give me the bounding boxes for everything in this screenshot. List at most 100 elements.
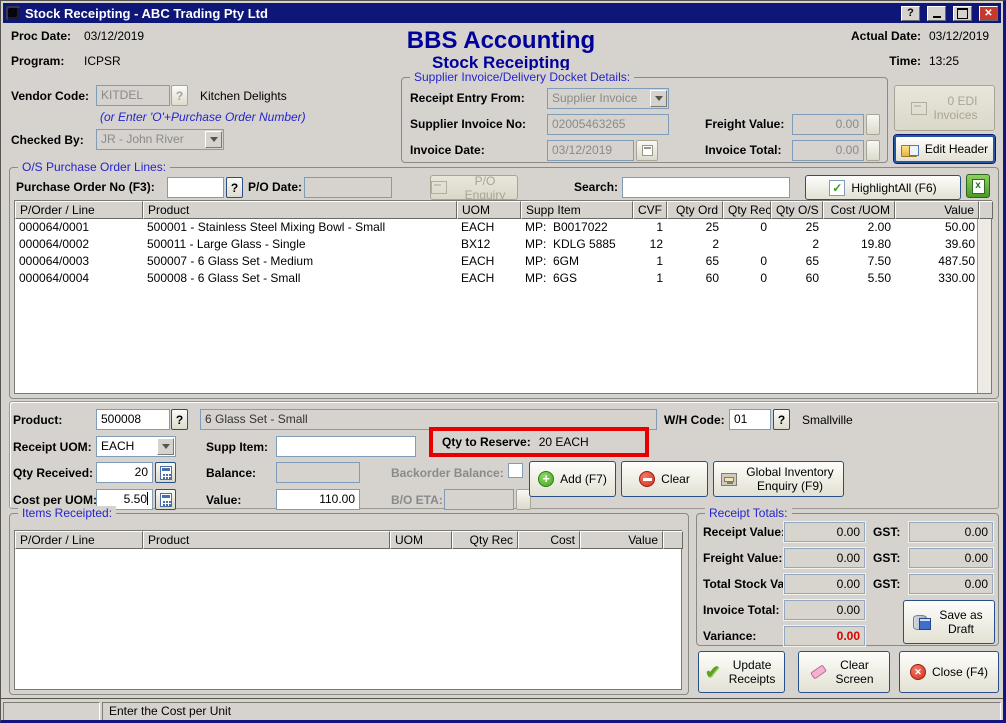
close-f4-label: Close (F4) (932, 665, 988, 679)
maximize-button[interactable] (953, 6, 972, 21)
help-button[interactable]: ? (901, 6, 920, 21)
export-excel-button[interactable] (966, 174, 990, 198)
status-separator (1, 698, 1003, 699)
po-enquiry-icon (431, 181, 447, 194)
edit-header-button[interactable]: Edit Header (894, 135, 995, 163)
cost-calc-button[interactable] (155, 489, 176, 510)
gst-label: GST: (873, 525, 900, 539)
close-button[interactable] (979, 6, 998, 21)
edi-invoices-button[interactable]: 0 EDI Invoices (894, 85, 995, 131)
chevron-down-icon[interactable] (205, 131, 222, 148)
receipt-value-label: Receipt Value: (703, 525, 785, 539)
invoice-details-legend: Supplier Invoice/Delivery Docket Details… (410, 70, 634, 84)
status-stub (3, 702, 100, 721)
close-f4-button[interactable]: Close (F4) (899, 651, 999, 693)
variance-label: Variance: (703, 629, 756, 643)
qty-received-calc-button[interactable] (155, 462, 176, 483)
receipt-entry-from-select[interactable]: Supplier Invoice (547, 88, 669, 109)
receipt-value-field: 0.00 (784, 522, 865, 542)
freight-value-button[interactable] (866, 114, 880, 135)
column-header[interactable]: Cost /UOM (823, 201, 895, 219)
po-no-lookup-button[interactable]: ? (226, 177, 243, 198)
column-header[interactable]: UOM (457, 201, 521, 219)
column-header[interactable]: Qty O/S (771, 201, 823, 219)
table-row[interactable]: 000064/0002500011 - Large Glass - Single… (15, 236, 991, 253)
column-header[interactable]: Cost (518, 531, 580, 549)
column-header[interactable]: Product (143, 531, 390, 549)
vertical-scrollbar[interactable] (977, 219, 991, 393)
qty-reserve-annotation: Qty to Reserve: 20 EACH (429, 427, 649, 457)
minus-circle-icon (639, 471, 655, 487)
table-row[interactable]: 000064/0003500007 - 6 Glass Set - Medium… (15, 253, 991, 270)
invoice-total-button[interactable] (866, 140, 880, 161)
invoice-date-calendar-button[interactable] (636, 140, 658, 161)
invoice-details-group: Supplier Invoice/Delivery Docket Details… (401, 77, 888, 163)
column-header[interactable]: Qty Rec (723, 201, 771, 219)
wh-code-input[interactable]: 01 (729, 409, 771, 430)
invoice-total-sum-label: Invoice Total: (703, 603, 779, 617)
table-row[interactable]: 000064/0001500001 - Stainless Steel Mixi… (15, 219, 991, 236)
receipt-uom-select[interactable]: EACH (96, 436, 176, 457)
receipt-gst-field: 0.00 (909, 522, 993, 542)
supplier-invoice-no-field[interactable]: 02005463265 (547, 114, 669, 135)
po-date-field[interactable] (304, 177, 392, 198)
time-value: 13:25 (929, 54, 959, 68)
supp-item-input[interactable] (276, 436, 416, 457)
vendor-lookup-button[interactable]: ? (171, 85, 188, 106)
product-code-input[interactable]: 500008 (96, 409, 170, 430)
wh-lookup-button[interactable]: ? (773, 409, 790, 430)
global-inventory-enquiry-button[interactable]: Global Inventory Enquiry (F9) (713, 461, 844, 497)
add-button[interactable]: Add (F7) (529, 461, 616, 497)
column-header[interactable] (663, 531, 683, 549)
variance-field: 0.00 (784, 626, 865, 646)
actual-date-label: Actual Date: (833, 29, 921, 43)
invoice-date-field[interactable]: 03/12/2019 (547, 140, 634, 161)
column-header[interactable]: Qty Ord (667, 201, 723, 219)
po-lines-grid-body: 000064/0001500001 - Stainless Steel Mixi… (15, 219, 991, 287)
column-header[interactable]: Supp Item (521, 201, 633, 219)
receipt-totals-legend: Receipt Totals: (705, 506, 792, 520)
chevron-down-icon[interactable] (157, 438, 174, 455)
chevron-down-icon[interactable] (650, 90, 667, 107)
receipt-totals-group: Receipt Totals: Receipt Value: 0.00 GST:… (696, 513, 999, 646)
clear-button[interactable]: Clear (621, 461, 708, 497)
minimize-button[interactable] (927, 6, 946, 21)
column-header[interactable]: Value (580, 531, 663, 549)
column-header[interactable] (979, 201, 993, 219)
column-header[interactable]: Qty Rec (452, 531, 518, 549)
column-header[interactable]: Product (143, 201, 457, 219)
items-receipted-grid: P/Order / LineProductUOMQty RecCostValue (14, 530, 682, 690)
column-header[interactable]: P/Order / Line (15, 201, 143, 219)
highlight-all-label: HighlightAll (F6) (851, 181, 936, 195)
po-no-input[interactable] (167, 177, 224, 198)
vendor-name: Kitchen Delights (200, 89, 287, 103)
freight-value-field[interactable]: 0.00 (792, 114, 864, 135)
column-header[interactable]: UOM (390, 531, 452, 549)
po-enquiry-button[interactable]: P/O Enquiry (430, 175, 518, 200)
product-lookup-button[interactable]: ? (171, 409, 188, 430)
clear-screen-button[interactable]: Clear Screen (798, 651, 890, 693)
total-stock-field: 0.00 (784, 574, 865, 594)
search-input[interactable] (622, 177, 790, 198)
backorder-balance-checkbox[interactable] (508, 463, 523, 478)
items-grid-header: P/Order / LineProductUOMQty RecCostValue (15, 531, 681, 549)
bo-eta-field[interactable] (444, 489, 514, 510)
checked-by-value: JR - John River (101, 132, 184, 146)
qty-received-label: Qty Received: (13, 466, 93, 480)
update-receipts-button[interactable]: Update Receipts (698, 651, 785, 693)
highlight-all-button[interactable]: HighlightAll (F6) (805, 175, 961, 200)
column-header[interactable]: P/Order / Line (15, 531, 143, 549)
checked-by-select[interactable]: JR - John River (96, 129, 224, 150)
save-as-draft-button[interactable]: Save as Draft (903, 600, 995, 644)
invoice-total-field[interactable]: 0.00 (792, 140, 864, 161)
column-header[interactable]: CVF (633, 201, 667, 219)
column-header[interactable]: Value (895, 201, 979, 219)
po-lines-group: O/S Purchase Order Lines: Purchase Order… (9, 167, 999, 399)
freight-total-label: Freight Value: (703, 551, 782, 565)
po-no-label: Purchase Order No (F3): (16, 180, 155, 194)
value-field: 110.00 (276, 489, 360, 510)
qty-received-input[interactable]: 20 (96, 462, 153, 483)
table-row[interactable]: 000064/0004500008 - 6 Glass Set - SmallE… (15, 270, 991, 287)
time-label: Time: (833, 54, 921, 68)
vendor-code-field[interactable]: KITDEL (96, 85, 170, 106)
